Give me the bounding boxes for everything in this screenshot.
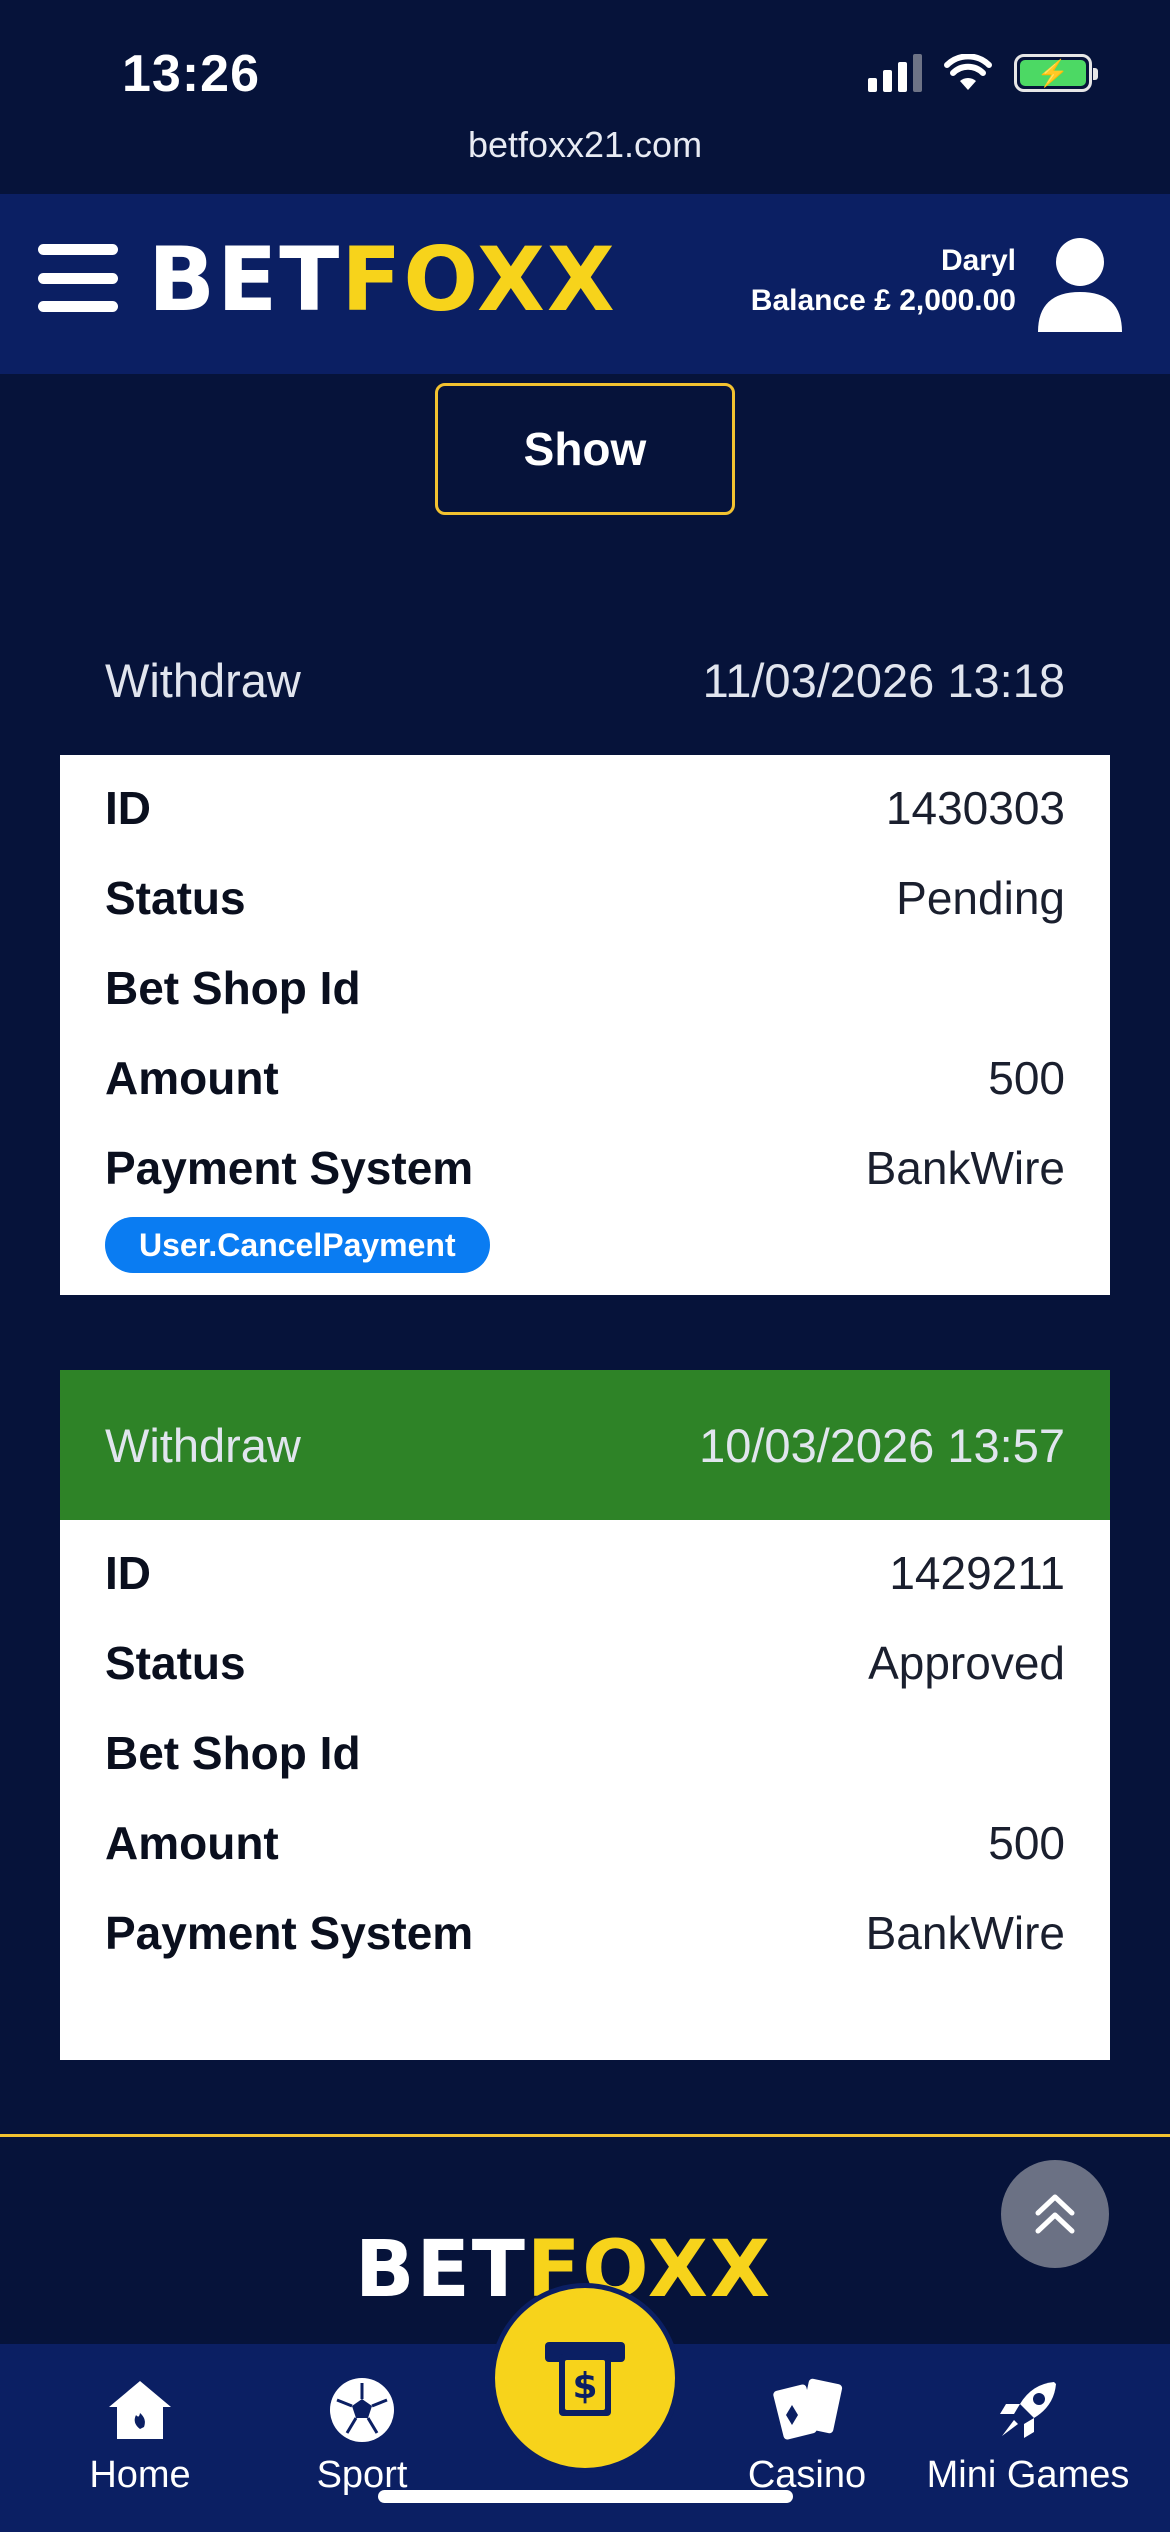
detail-row-bet-shop-id: Bet Shop Id bbox=[105, 1727, 361, 1779]
detail-row-bet-shop-id: Bet Shop Id bbox=[105, 962, 361, 1014]
site-header: BETFOXX Daryl Balance £ 2,000.00 bbox=[0, 194, 1170, 374]
transaction-details: ID 1429211 Status Approved Bet Shop Id Amo… bbox=[60, 1520, 1110, 2060]
rocket-icon bbox=[1000, 2382, 1056, 2438]
footer-divider bbox=[0, 2134, 1170, 2137]
soccer-ball-icon bbox=[330, 2378, 394, 2442]
cellular-signal-icon bbox=[868, 54, 922, 92]
url-text: betfoxx21.com bbox=[467, 124, 703, 165]
scroll-to-top-button[interactable] bbox=[1001, 2160, 1109, 2268]
nav-mini-games[interactable]: Mini Games bbox=[923, 2370, 1133, 2497]
transaction-details: ID 1430303 Status Pending Bet Shop Id Amou… bbox=[60, 755, 1110, 1295]
battery-charging-icon: ⚡ bbox=[1014, 54, 1098, 92]
transaction-type: Withdraw bbox=[105, 653, 301, 707]
menu-icon[interactable] bbox=[38, 244, 118, 312]
show-button[interactable]: Show bbox=[435, 383, 735, 515]
wifi-icon bbox=[944, 54, 992, 90]
double-chevron-up-icon bbox=[1035, 2194, 1075, 2234]
deposit-button[interactable]: $ bbox=[490, 2283, 680, 2473]
detail-row-payment-system: Payment System BankWire bbox=[105, 1142, 1065, 1194]
playing-cards-icon bbox=[773, 2378, 843, 2440]
transaction-card: Withdraw 10/03/2026 13:57 ID 1429211 Stat… bbox=[60, 1370, 1110, 2060]
user-info: Daryl Balance £ 2,000.00 bbox=[751, 244, 1016, 318]
nav-sport[interactable]: Sport bbox=[257, 2370, 467, 2497]
detail-row-payment-system: Payment System BankWire bbox=[105, 1907, 1065, 1959]
transaction-type: Withdraw bbox=[105, 1418, 301, 1472]
transaction-header: Withdraw 10/03/2026 13:57 bbox=[60, 1370, 1110, 1520]
detail-row-amount: Amount 500 bbox=[105, 1817, 1065, 1869]
user-name: Daryl bbox=[940, 244, 1016, 277]
status-time: 13:26 bbox=[122, 45, 260, 103]
detail-row-amount: Amount 500 bbox=[105, 1052, 1065, 1104]
detail-row-id: ID 1430303 bbox=[105, 782, 1065, 834]
home-icon bbox=[109, 2381, 171, 2439]
transaction-datetime: 11/03/2026 13:18 bbox=[702, 653, 1065, 707]
status-icons: ⚡ bbox=[868, 54, 1098, 92]
cancel-payment-button[interactable]: User.CancelPayment bbox=[105, 1217, 490, 1273]
home-indicator bbox=[378, 2490, 793, 2503]
nav-casino[interactable]: Casino bbox=[702, 2370, 912, 2497]
detail-row-id: ID 1429211 bbox=[105, 1547, 1065, 1599]
svg-text:$: $ bbox=[572, 2366, 597, 2407]
status-bar: 13:26 ⚡ bbox=[0, 0, 1170, 120]
betfoxx-logo[interactable]: BETFOXX bbox=[148, 236, 617, 324]
transaction-card: Withdraw 11/03/2026 13:18 ID 1430303 Stat… bbox=[60, 605, 1110, 1295]
detail-row-status: Status Approved bbox=[105, 1637, 1065, 1689]
user-avatar-icon[interactable] bbox=[1032, 234, 1128, 334]
atm-cash-icon: $ bbox=[545, 2342, 625, 2416]
transaction-datetime: 10/03/2026 13:57 bbox=[699, 1418, 1065, 1472]
nav-home[interactable]: Home bbox=[35, 2370, 245, 2497]
detail-row-status: Status Pending bbox=[105, 872, 1065, 924]
user-balance: Balance £ 2,000.00 bbox=[750, 284, 1016, 317]
transaction-header: Withdraw 11/03/2026 13:18 bbox=[60, 605, 1110, 755]
url-bar[interactable]: betfoxx21.com bbox=[0, 120, 1170, 192]
